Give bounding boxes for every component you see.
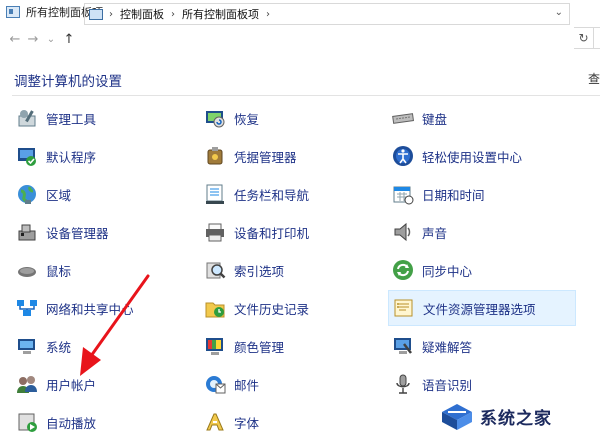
breadcrumb-control-panel[interactable]: 控制面板 xyxy=(120,6,164,22)
control-panel-item-label: 网络和共享中心 xyxy=(46,301,134,317)
control-panel-item[interactable]: 颜色管理 xyxy=(200,328,380,364)
credential-manager-icon xyxy=(204,145,226,167)
breadcrumb-separator: › xyxy=(266,8,270,20)
control-panel-item[interactable]: 网络和共享中心 xyxy=(12,290,192,326)
control-panel-item-label: 疑难解答 xyxy=(422,339,473,355)
watermark-logo-icon xyxy=(442,403,472,430)
control-panel-item[interactable]: 文件资源管理器选项 xyxy=(388,290,576,326)
control-panel-item-label: 任务栏和导航 xyxy=(234,187,310,203)
fonts-icon xyxy=(204,411,226,433)
breadcrumb-separator: › xyxy=(171,8,175,20)
network-icon xyxy=(16,297,38,319)
control-panel-icon xyxy=(89,8,103,20)
control-panel-item[interactable]: 区域 xyxy=(12,176,192,212)
breadcrumb-all-items[interactable]: 所有控制面板项 xyxy=(182,6,259,22)
search-box[interactable] xyxy=(594,27,600,49)
control-panel-item[interactable]: 轻松使用设置中心 xyxy=(388,138,576,174)
control-panel-item-label: 轻松使用设置中心 xyxy=(422,149,523,165)
system-icon xyxy=(16,335,38,357)
forward-button[interactable]: → xyxy=(24,29,42,49)
control-panel-item-label: 自动播放 xyxy=(46,415,97,431)
control-panel-item-label: 文件资源管理器选项 xyxy=(423,301,536,317)
control-panel-item[interactable]: 字体 xyxy=(200,404,380,439)
divider xyxy=(12,95,600,96)
control-panel-item[interactable]: 恢复 xyxy=(200,100,380,136)
control-panel-item-label: 声音 xyxy=(422,225,448,241)
control-panel-item[interactable]: 疑难解答 xyxy=(388,328,576,364)
speaker-icon xyxy=(392,221,414,243)
control-panel-item[interactable]: 鼠标 xyxy=(12,252,192,288)
address-bar[interactable]: › 控制面板 › 所有控制面板项 › ⌄ xyxy=(84,3,570,25)
control-panel-item[interactable]: 设备管理器 xyxy=(12,214,192,250)
device-manager-icon xyxy=(16,221,38,243)
control-panel-item-label: 字体 xyxy=(234,415,260,431)
autoplay-icon xyxy=(16,411,38,433)
watermark-text: 系统之家 xyxy=(480,409,552,429)
sync-center-icon xyxy=(392,259,414,281)
control-panel-item-label: 鼠标 xyxy=(46,263,72,279)
watermark: 系统之家 xyxy=(432,394,600,439)
admin-tools-icon xyxy=(16,107,38,129)
control-panel-item-label: 区域 xyxy=(46,187,72,203)
navigation-bar: ← → ⌄ ↑ xyxy=(0,24,600,54)
breadcrumb-separator: › xyxy=(109,8,113,20)
control-panel-item[interactable]: 同步中心 xyxy=(388,252,576,288)
control-panel-item-label: 语音识别 xyxy=(422,377,473,393)
control-panel-icon xyxy=(6,6,20,18)
recovery-icon xyxy=(204,107,226,129)
control-panel-item-label: 颜色管理 xyxy=(234,339,285,355)
control-panel-item-label: 设备和打印机 xyxy=(234,225,310,241)
troubleshooting-icon xyxy=(392,335,414,357)
control-panel-item[interactable]: 设备和打印机 xyxy=(200,214,380,250)
up-button[interactable]: ↑ xyxy=(60,29,78,49)
control-panel-item[interactable]: 任务栏和导航 xyxy=(200,176,380,212)
user-accounts-icon xyxy=(16,373,38,395)
region-globe-icon xyxy=(16,183,38,205)
date-time-icon xyxy=(392,183,414,205)
page-title: 调整计算机的设置 xyxy=(14,74,122,90)
mouse-icon xyxy=(16,259,38,281)
default-programs-icon xyxy=(16,145,38,167)
control-panel-item-label: 同步中心 xyxy=(422,263,473,279)
indexing-icon xyxy=(204,259,226,281)
control-panel-item-label: 凭据管理器 xyxy=(234,149,297,165)
printer-icon xyxy=(204,221,226,243)
control-panel-item-label: 日期和时间 xyxy=(422,187,485,203)
control-panel-item[interactable]: 默认程序 xyxy=(12,138,192,174)
control-panel-item-label: 文件历史记录 xyxy=(234,301,310,317)
recent-locations-button[interactable]: ⌄ xyxy=(42,29,60,49)
ease-of-access-icon xyxy=(392,145,414,167)
control-panel-item[interactable]: 邮件 xyxy=(200,366,380,402)
control-panel-item[interactable]: 键盘 xyxy=(388,100,576,136)
keyboard-icon xyxy=(392,107,414,129)
control-panel-item[interactable]: 声音 xyxy=(388,214,576,250)
control-panel-item[interactable]: 管理工具 xyxy=(12,100,192,136)
control-panel-item-label: 键盘 xyxy=(422,111,448,127)
folder-options-icon xyxy=(393,297,415,319)
mail-icon xyxy=(204,373,226,395)
control-panel-item[interactable]: 用户帐户 xyxy=(12,366,192,402)
control-panel-item-label: 用户帐户 xyxy=(46,377,97,393)
color-management-icon xyxy=(204,335,226,357)
taskbar-icon xyxy=(204,183,226,205)
control-panel-item[interactable]: 索引选项 xyxy=(200,252,380,288)
control-panel-item[interactable]: 文件历史记录 xyxy=(200,290,380,326)
refresh-button[interactable]: ↻ xyxy=(574,27,594,49)
control-panel-item-label: 索引选项 xyxy=(234,263,285,279)
control-panel-item[interactable]: 凭据管理器 xyxy=(200,138,380,174)
control-panel-item[interactable]: 自动播放 xyxy=(12,404,192,439)
control-panel-item[interactable]: 日期和时间 xyxy=(388,176,576,212)
back-button[interactable]: ← xyxy=(6,29,24,49)
view-by-label[interactable]: 查 xyxy=(588,70,600,87)
control-panel-item-label: 系统 xyxy=(46,339,72,355)
file-history-icon xyxy=(204,297,226,319)
address-dropdown-button[interactable]: ⌄ xyxy=(555,7,563,18)
microphone-icon xyxy=(392,373,414,395)
control-panel-item[interactable]: 系统 xyxy=(12,328,192,364)
control-panel-item-label: 邮件 xyxy=(234,377,260,393)
control-panel-item-label: 默认程序 xyxy=(46,149,97,165)
control-panel-item-label: 管理工具 xyxy=(46,111,97,127)
control-panel-item-label: 设备管理器 xyxy=(46,225,109,241)
control-panel-item-label: 恢复 xyxy=(234,111,260,127)
